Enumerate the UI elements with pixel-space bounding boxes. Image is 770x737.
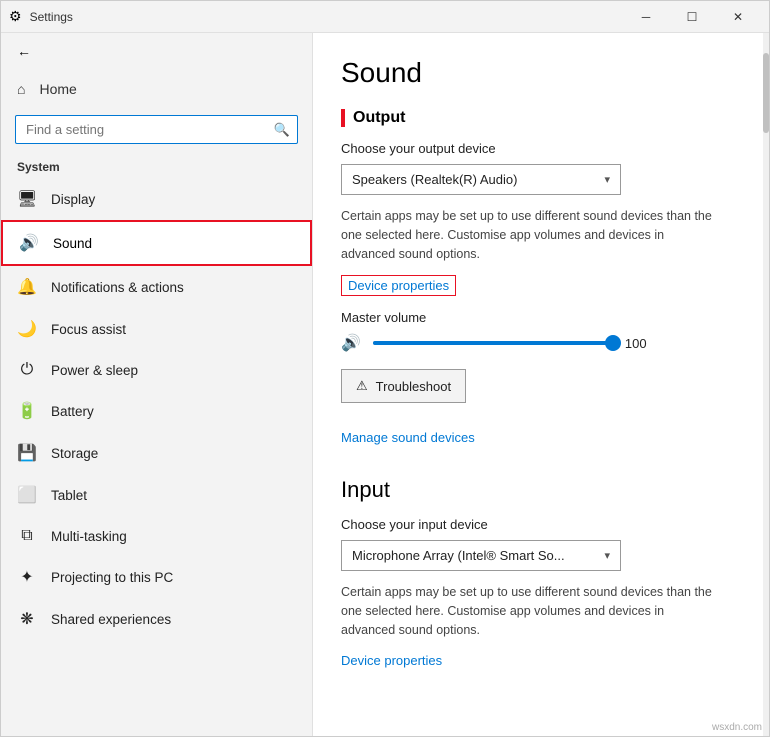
volume-section: Master volume 🔊 100 xyxy=(341,310,741,353)
output-dropdown-row: Speakers (Realtek(R) Audio) ▾ xyxy=(341,164,741,195)
input-dropdown-row: Microphone Array (Intel® Smart So... ▾ xyxy=(341,540,741,571)
sidebar-section-label: System xyxy=(1,152,312,178)
output-device-value: Speakers (Realtek(R) Audio) xyxy=(352,172,517,187)
sidebar-item-focus-label: Focus assist xyxy=(51,322,126,337)
title-bar-controls: ─ ☐ ✕ xyxy=(623,1,761,33)
search-icon: 🔍 xyxy=(274,122,290,138)
sidebar-item-power-label: Power & sleep xyxy=(51,363,138,378)
volume-thumb xyxy=(605,335,621,351)
output-section: Output Choose your output device Speaker… xyxy=(341,109,741,469)
storage-icon: 💾 xyxy=(17,443,37,463)
sidebar-item-projecting-label: Projecting to this PC xyxy=(51,570,173,585)
volume-label: Master volume xyxy=(341,310,741,325)
sidebar-item-notifications-label: Notifications & actions xyxy=(51,280,184,295)
display-icon: 🖥 xyxy=(17,189,37,209)
troubleshoot-button[interactable]: ⚠ Troubleshoot xyxy=(341,369,466,403)
power-icon: ⏻ xyxy=(17,361,37,379)
title-bar: ⚙ Settings ─ ☐ ✕ xyxy=(1,1,769,33)
sidebar-item-display[interactable]: 🖥 Display xyxy=(1,178,312,220)
output-device-properties-link[interactable]: Device properties xyxy=(341,275,456,296)
input-device-dropdown[interactable]: Microphone Array (Intel® Smart So... ▾ xyxy=(341,540,621,571)
content-area: ← ⌂ Home 🔍 System 🖥 Display 🔊 Sound xyxy=(1,33,769,736)
sidebar-item-display-label: Display xyxy=(51,192,95,207)
battery-icon: 🔋 xyxy=(17,401,37,421)
sidebar-item-notifications[interactable]: 🔔 Notifications & actions xyxy=(1,266,312,308)
troubleshoot-warning-icon: ⚠ xyxy=(356,378,368,394)
input-dropdown-chevron: ▾ xyxy=(604,549,610,562)
close-button[interactable]: ✕ xyxy=(715,1,761,33)
sidebar-item-home[interactable]: ⌂ Home xyxy=(1,69,312,109)
home-icon: ⌂ xyxy=(17,81,25,97)
sidebar-item-tablet[interactable]: ⬜ Tablet xyxy=(1,474,312,516)
input-section: Input Choose your input device Microphon… xyxy=(341,477,741,681)
output-device-label: Choose your output device xyxy=(341,141,741,156)
sound-icon: 🔊 xyxy=(19,233,39,253)
minimize-button[interactable]: ─ xyxy=(623,1,669,33)
input-device-properties-link[interactable]: Device properties xyxy=(341,653,442,668)
sidebar-item-multitasking-label: Multi-tasking xyxy=(51,529,127,544)
maximize-button[interactable]: ☐ xyxy=(669,1,715,33)
back-icon: ← xyxy=(17,43,31,59)
scrollbar-thumb[interactable] xyxy=(763,53,769,133)
scrollbar-track xyxy=(763,33,769,736)
sidebar-item-shared-label: Shared experiences xyxy=(51,612,171,627)
back-button[interactable]: ← xyxy=(1,33,312,69)
output-device-dropdown[interactable]: Speakers (Realtek(R) Audio) ▾ xyxy=(341,164,621,195)
sidebar-item-battery-label: Battery xyxy=(51,404,94,419)
sidebar-item-sound[interactable]: 🔊 Sound xyxy=(1,220,312,266)
input-helper-text: Certain apps may be set up to use differ… xyxy=(341,583,721,639)
volume-speaker-icon: 🔊 xyxy=(341,333,361,353)
sidebar: ← ⌂ Home 🔍 System 🖥 Display 🔊 Sound xyxy=(1,33,313,736)
input-device-value: Microphone Array (Intel® Smart So... xyxy=(352,548,565,563)
volume-row: 🔊 100 xyxy=(341,333,741,353)
title-bar-left: ⚙ Settings xyxy=(9,8,73,25)
volume-slider[interactable] xyxy=(373,341,613,345)
manage-sound-devices-link[interactable]: Manage sound devices xyxy=(341,430,475,445)
watermark: wsxdn.com xyxy=(712,722,762,733)
sidebar-item-tablet-label: Tablet xyxy=(51,488,87,503)
title-bar-title: Settings xyxy=(30,10,73,24)
volume-fill xyxy=(373,341,613,345)
input-device-label: Choose your input device xyxy=(341,517,741,532)
tablet-icon: ⬜ xyxy=(17,485,37,505)
search-box: 🔍 xyxy=(15,115,298,144)
output-helper-text: Certain apps may be set up to use differ… xyxy=(341,207,721,263)
home-label: Home xyxy=(39,81,76,97)
sidebar-item-battery[interactable]: 🔋 Battery xyxy=(1,390,312,432)
sidebar-item-focus[interactable]: 🌙 Focus assist xyxy=(1,308,312,350)
sidebar-item-storage[interactable]: 💾 Storage xyxy=(1,432,312,474)
sidebar-item-projecting[interactable]: ✦ Projecting to this PC xyxy=(1,556,312,598)
troubleshoot-label: Troubleshoot xyxy=(376,379,451,394)
notifications-icon: 🔔 xyxy=(17,277,37,297)
volume-value: 100 xyxy=(625,336,655,351)
main-content: Sound Output Choose your output device S… xyxy=(313,33,769,736)
shared-icon: ❋ xyxy=(17,609,37,629)
settings-icon: ⚙ xyxy=(9,8,22,25)
sidebar-item-storage-label: Storage xyxy=(51,446,98,461)
output-section-title: Output xyxy=(341,109,405,127)
settings-window: ⚙ Settings ─ ☐ ✕ ← ⌂ Home 🔍 xyxy=(0,0,770,737)
search-input[interactable] xyxy=(15,115,298,144)
sidebar-item-sound-label: Sound xyxy=(53,236,92,251)
multitasking-icon: ⧉ xyxy=(17,527,37,545)
page-title: Sound xyxy=(341,57,741,89)
output-dropdown-chevron: ▾ xyxy=(604,173,610,186)
sidebar-item-power[interactable]: ⏻ Power & sleep xyxy=(1,350,312,390)
sidebar-item-multitasking[interactable]: ⧉ Multi-tasking xyxy=(1,516,312,556)
input-section-title: Input xyxy=(341,477,741,503)
projecting-icon: ✦ xyxy=(17,567,37,587)
sidebar-item-shared[interactable]: ❋ Shared experiences xyxy=(1,598,312,640)
focus-icon: 🌙 xyxy=(17,319,37,339)
